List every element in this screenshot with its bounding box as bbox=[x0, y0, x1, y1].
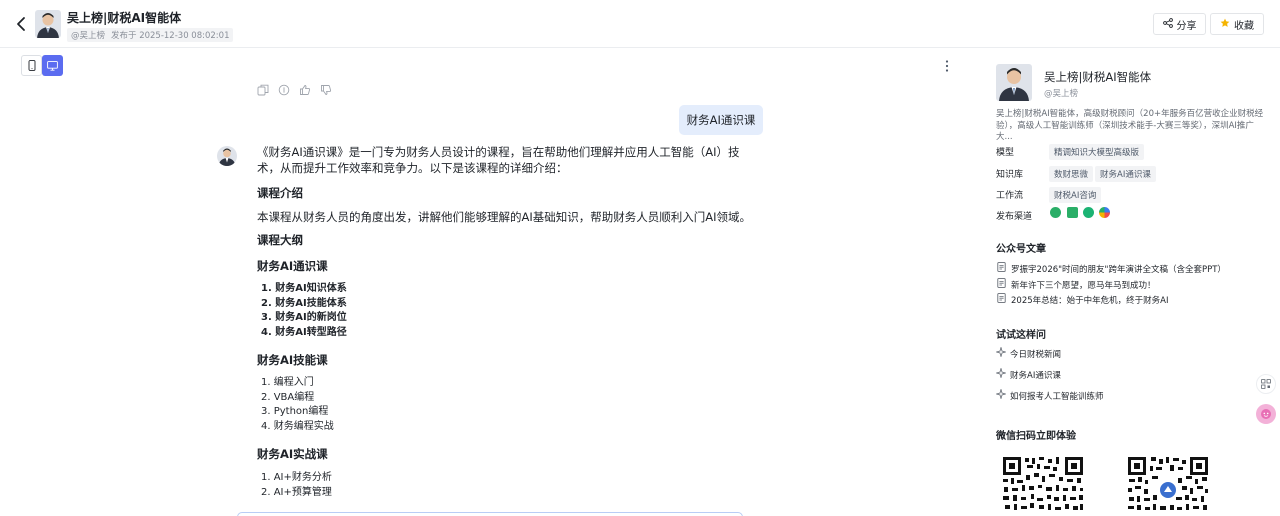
list-item: 4. 财务AI转型路径 bbox=[261, 327, 347, 339]
articles-heading: 公众号文章 bbox=[996, 244, 1046, 255]
knowledge-base-tag: 数财思微 bbox=[1049, 166, 1094, 182]
sparkle-icon bbox=[995, 346, 1007, 360]
article-link[interactable]: 2025年总结：始于中年危机，终于财务AI bbox=[997, 293, 1168, 306]
list-item: 2. AI+预算管理 bbox=[261, 486, 332, 498]
profile-avatar bbox=[996, 64, 1032, 101]
list-item: 2. 财务AI技能体系 bbox=[261, 297, 347, 309]
reply-intro: 《财务AI通识课》是一门专为财务人员设计的课程，旨在帮助他们理解并应用人工智能（… bbox=[257, 145, 740, 175]
assistant-reply: 《财务AI通识课》是一门专为财务人员设计的课程，旨在帮助他们理解并应用人工智能（… bbox=[257, 144, 757, 498]
list-item: 1. 编程入门 bbox=[261, 377, 314, 388]
course-heading: 财务AI通识课 bbox=[257, 259, 328, 273]
document-icon bbox=[997, 278, 1006, 291]
monitor-icon bbox=[47, 56, 58, 75]
chat-input-box[interactable] bbox=[237, 512, 743, 516]
list-item: 3. 财务AI的新岗位 bbox=[261, 312, 347, 324]
question-text: 今日财税新闻 bbox=[1010, 349, 1062, 360]
article-title: 罗振宇2026"时间的朋友"跨年演讲全文稿（含全套PPT） bbox=[1011, 264, 1226, 275]
workflow-label: 工作流 bbox=[996, 191, 1024, 201]
message-actions bbox=[257, 81, 332, 96]
back-arrow-icon[interactable] bbox=[14, 15, 30, 33]
suggested-question[interactable]: 今日财税新闻 bbox=[995, 346, 1062, 360]
article-title: 2025年总结：始于中年危机，终于财务AI bbox=[1011, 295, 1169, 306]
phone-icon bbox=[28, 56, 36, 75]
profile-description: 吴上榜|财税AI智能体，高级财税顾问（20+年服务百亿营收企业财税经验），高级人… bbox=[996, 109, 1264, 142]
course-heading: 财务AI技能课 bbox=[257, 353, 328, 367]
document-icon bbox=[997, 293, 1006, 306]
model-tag: 精调知识大模型高级版 bbox=[1049, 144, 1145, 160]
suggested-question[interactable]: 财务AI通识课 bbox=[995, 367, 1061, 381]
more-options-icon[interactable] bbox=[940, 58, 954, 74]
agent-avatar bbox=[35, 10, 61, 38]
workflow-tag: 财税AI咨询 bbox=[1049, 187, 1102, 203]
knowledge-base-tag: 财务AI通识课 bbox=[1095, 166, 1156, 182]
bot-avatar bbox=[217, 146, 237, 166]
user-message-bubble: 财务AI通识课 bbox=[679, 105, 763, 135]
wechat-official-icon[interactable] bbox=[1067, 207, 1078, 218]
qr-heading: 微信扫码立即体验 bbox=[996, 431, 1076, 442]
try-asking-heading: 试试这样问 bbox=[996, 330, 1046, 341]
list-item: 1. AI+财务分析 bbox=[261, 472, 332, 483]
list-item: 1. 财务AI知识体系 bbox=[261, 283, 347, 294]
agent-title: 吴上榜|财税AI智能体 bbox=[67, 11, 182, 25]
list-item: 2. VBA编程 bbox=[261, 391, 315, 403]
article-link[interactable]: 新年许下三个愿望，愿马年马到成功！ bbox=[997, 278, 1156, 291]
qr-code bbox=[1126, 455, 1210, 516]
publish-date: 发布于 2025-12-30 08:02:01 bbox=[107, 28, 234, 42]
course-heading: 财务AI实战课 bbox=[257, 447, 328, 461]
thumbs-up-icon[interactable] bbox=[299, 81, 311, 95]
sparkle-icon bbox=[995, 367, 1007, 381]
section-paragraph: 本课程从财务人员的角度出发，讲解他们能够理解的AI基础知识，帮助财务人员顺利入门… bbox=[257, 210, 752, 224]
course-list: 1. 财务AI知识体系 2. 财务AI技能体系 3. 财务AI的新岗位 4. 财… bbox=[261, 282, 347, 341]
list-item: 3. Python编程 bbox=[261, 406, 329, 418]
list-item: 4. 财务编程实战 bbox=[261, 421, 334, 433]
suggested-question[interactable]: 如何报考人工智能训练师 bbox=[995, 388, 1104, 402]
profile-name: 吴上榜|财税AI智能体 bbox=[1044, 70, 1152, 84]
copy-icon[interactable] bbox=[257, 81, 269, 96]
author-tag: @吴上榜 bbox=[67, 28, 110, 42]
mini-program-icon[interactable] bbox=[1083, 207, 1094, 218]
model-label: 模型 bbox=[996, 148, 1015, 158]
desktop-view-button[interactable] bbox=[42, 55, 63, 76]
course-list: 1. 编程入门 2. VBA编程 3. Python编程 4. 财务编程实战 bbox=[261, 376, 334, 435]
qr-code bbox=[1001, 455, 1085, 516]
article-title: 新年许下三个愿望，愿马年马到成功！ bbox=[1011, 280, 1156, 291]
qr-scan-icon[interactable] bbox=[1256, 374, 1276, 394]
section-heading: 课程介绍 bbox=[257, 186, 303, 200]
question-text: 财务AI通识课 bbox=[1010, 370, 1061, 381]
course-list: 1. AI+财务分析 2. AI+预算管理 bbox=[261, 471, 332, 500]
knowledge-base-label: 知识库 bbox=[996, 170, 1024, 180]
thumbs-down-icon[interactable] bbox=[320, 81, 332, 95]
assistant-bubble-icon[interactable] bbox=[1256, 404, 1276, 424]
document-icon bbox=[997, 262, 1006, 275]
channels-label: 发布渠道 bbox=[996, 212, 1033, 222]
speaker-icon[interactable] bbox=[278, 81, 290, 96]
mobile-view-button[interactable] bbox=[21, 55, 42, 76]
article-link[interactable]: 罗振宇2026"时间的朋友"跨年演讲全文稿（含全套PPT） bbox=[997, 262, 1226, 275]
question-text: 如何报考人工智能训练师 bbox=[1010, 391, 1104, 402]
agent-info-panel: 吴上榜|财税AI智能体 @吴上榜 吴上榜|财税AI智能体，高级财税顾问（20+年… bbox=[983, 0, 1263, 516]
profile-author: @吴上榜 bbox=[1044, 89, 1079, 99]
wechat-icon[interactable] bbox=[1050, 207, 1061, 218]
outline-heading: 课程大纲 bbox=[257, 233, 303, 247]
app-icon[interactable] bbox=[1099, 207, 1110, 218]
sparkle-icon bbox=[995, 388, 1007, 402]
